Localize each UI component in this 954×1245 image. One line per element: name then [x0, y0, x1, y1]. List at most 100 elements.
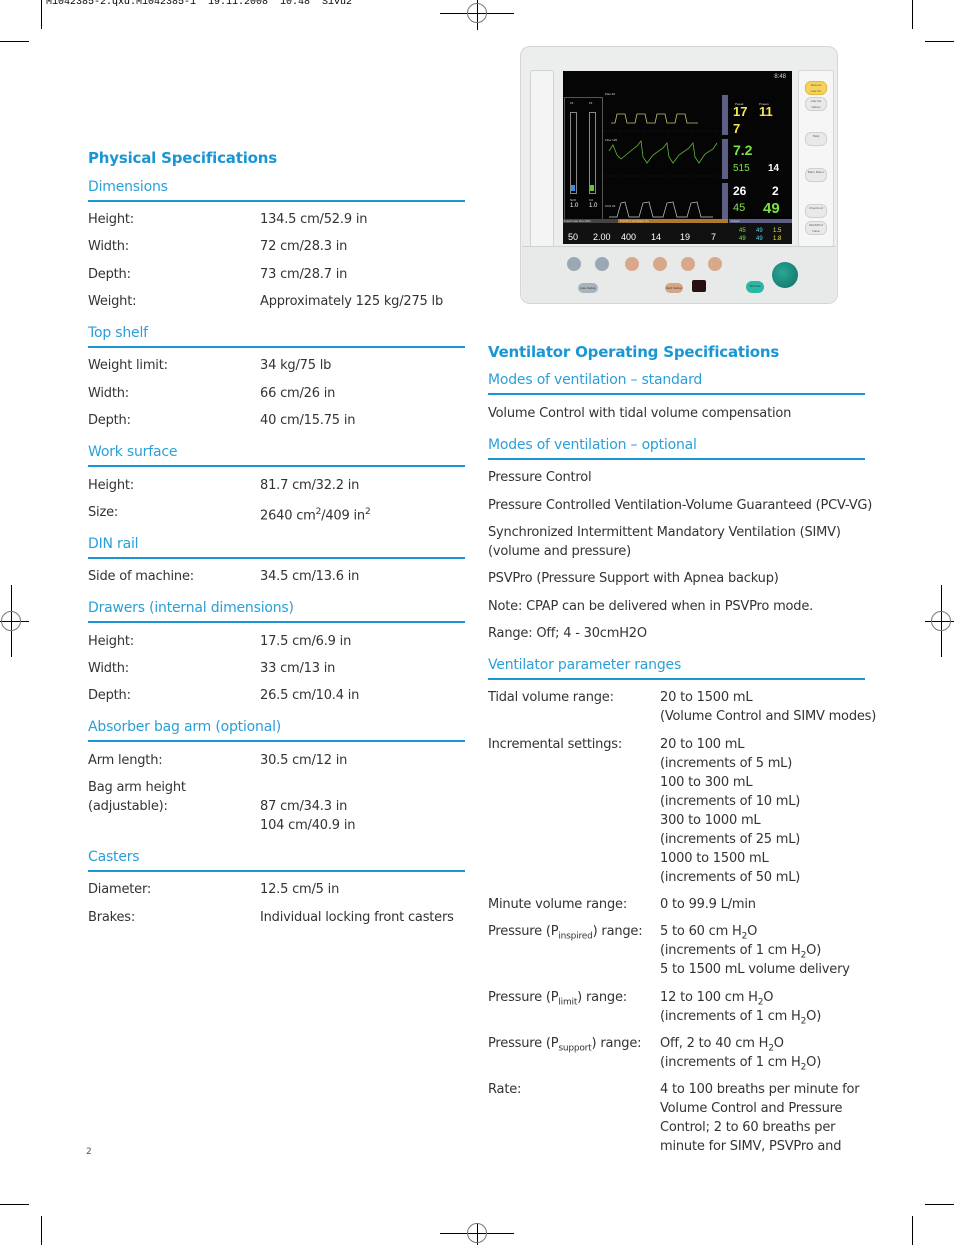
mode-line: (volume and pressure): [488, 544, 631, 559]
section-rule: [88, 465, 465, 467]
range-value: (increments of 1 cm H2O): [660, 1009, 822, 1027]
range-label: Incremental settings:: [488, 737, 623, 752]
start-end-case-button: Start/End Case: [805, 221, 827, 235]
alarms-setup-button: Alarms Setup: [805, 97, 827, 111]
device-left-panel: [530, 70, 554, 258]
range-value: (increments of 25 mL): [660, 832, 801, 847]
tvexp-value: 515: [733, 163, 750, 174]
device-key: [595, 257, 609, 271]
main-menu-button: Main Menu: [805, 168, 827, 182]
checkout-button: Checkout: [805, 204, 827, 218]
range-value: 5 to 1500 mL volume delivery: [660, 962, 850, 977]
fico2-value: 2: [772, 184, 779, 198]
pmean-value: 11: [759, 104, 773, 119]
range-value: (increments of 50 mL): [660, 870, 801, 885]
tv-setting: 400: [621, 232, 637, 242]
range-label: Minute volume range:: [488, 897, 628, 912]
mode-line: Synchronized Intermittent Mandatory Vent…: [488, 525, 841, 540]
screen-clock: 8:48: [774, 74, 786, 80]
o2-flow-bar: [590, 185, 594, 191]
range-value: (increments of 1 cm H2O): [660, 1055, 822, 1073]
control-knob: [772, 262, 798, 288]
work-surface-heading: Work surface: [88, 444, 178, 460]
section-rule: [88, 740, 465, 742]
physical-specs-title: Physical Specifications: [88, 149, 277, 167]
co2-wave-label: CO2 20: [605, 204, 616, 208]
range-label: Rate:: [488, 1082, 522, 1097]
section-rule: [88, 346, 465, 348]
range-value: minute for SIMV, PSVPro and: [660, 1139, 842, 1154]
waveform-area: [603, 113, 721, 218]
total-flow-setting: 2.00: [593, 232, 611, 242]
flow-tab: [722, 139, 728, 179]
mode-line: PSVPro (Pressure Support with Apnea back…: [488, 571, 779, 586]
settings-bar: Fresh Gas O2+N2O PSVPro Ventilator On Ga…: [563, 219, 792, 244]
device-key: [681, 257, 695, 271]
rr-setting: 14: [651, 232, 662, 242]
ventilator-specs-title: Ventilator Operating Specifications: [488, 343, 780, 361]
range-value: (increments of 10 mL): [660, 794, 801, 809]
section-rule: [88, 870, 465, 872]
ppeak-value: 17: [733, 104, 748, 119]
mode-line: Range: Off; 4 - 30cmH2O: [488, 626, 647, 641]
range-value: 4 to 100 breaths per minute for: [660, 1082, 860, 1097]
casters-heading: Casters: [88, 849, 140, 865]
range-label: Tidal volume range:: [488, 690, 614, 705]
modes-optional-heading: Modes of ventilation – optional: [488, 437, 697, 453]
page-number: 2: [86, 1147, 92, 1157]
gas-setup-key: Gas Setup: [578, 283, 598, 293]
device-key: [625, 257, 639, 271]
fio2-value: 49: [763, 200, 780, 217]
device-control-panel: Gas Setup Vent Setup Normal Screen: [522, 246, 836, 303]
paw-waveform: [611, 113, 698, 124]
peep-setting: 7: [711, 232, 717, 242]
device-key: [567, 257, 581, 271]
n2o-flow-bar: [571, 185, 575, 191]
psupport-setting: 19: [680, 232, 691, 242]
mv-value: 7.2: [733, 142, 753, 158]
absorber-heading: Absorber bag arm (optional): [88, 719, 282, 735]
range-value: 100 to 300 mL: [660, 775, 753, 790]
ventilator-device-image: Silence Alarms Alarms Setup Help Main Me…: [520, 46, 838, 304]
range-label: Pressure (Plimit) range:: [488, 990, 627, 1008]
device-key: [653, 257, 667, 271]
normal-screen-key: Normal Screen: [746, 281, 764, 293]
range-value: 20 to 100 mL: [660, 737, 745, 752]
mode-line: Pressure Controlled Ventilation-Volume G…: [488, 498, 873, 513]
device-display-window: [692, 280, 706, 292]
range-value: (increments of 5 mL): [660, 756, 793, 771]
paw-wave-label: Paw 40: [605, 92, 616, 96]
device-screen: 8:48 15 N2O 1.0 15 O2 1.0 Paw 40 Flow 12…: [563, 71, 792, 244]
paw-tab: [722, 95, 728, 135]
section-rule: [488, 458, 865, 460]
din-rail-heading: DIN rail: [88, 536, 139, 552]
parameter-ranges-heading: Ventilator parameter ranges: [488, 657, 682, 673]
range-value: Volume Control and Pressure: [660, 1101, 843, 1116]
section-rule: [488, 393, 865, 395]
device-side-button-panel: Silence Alarms Alarms Setup Help Main Me…: [798, 70, 834, 248]
range-value: 0 to 99.9 L/min: [660, 897, 756, 912]
section-rule: [88, 557, 465, 559]
range-value: 20 to 1500 mL: [660, 690, 753, 705]
mode-line: Volume Control with tidal volume compens…: [488, 406, 792, 421]
drawers-heading: Drawers (internal dimensions): [88, 600, 294, 616]
printer-slug: M1042385-2.qxd:M1042385-1 19.11.2008 10:…: [46, 0, 353, 8]
flow-waveform: [608, 140, 718, 164]
o2-percent-setting: 50: [568, 232, 579, 242]
range-value: 300 to 1000 mL: [660, 813, 761, 828]
gas-tab: [722, 183, 728, 223]
co2-waveform: [609, 201, 713, 218]
range-value: Control; 2 to 60 breaths per: [660, 1120, 836, 1135]
range-value: (Volume Control and SIMV modes): [660, 709, 877, 724]
etco2-value: 26: [733, 184, 747, 198]
silence-alarms-button: Silence Alarms: [805, 81, 827, 95]
peep-value: 7: [733, 121, 741, 136]
eto2-value: 45: [733, 202, 746, 214]
dimensions-heading: Dimensions: [88, 179, 168, 195]
device-key: [708, 257, 722, 271]
mode-line: Pressure Control: [488, 470, 592, 485]
flow-bars-panel: 15 N2O 1.0 15 O2 1.0: [564, 97, 603, 221]
section-rule: [88, 621, 465, 623]
section-rule: [488, 678, 865, 680]
vent-setup-key: Vent Setup: [665, 283, 683, 293]
